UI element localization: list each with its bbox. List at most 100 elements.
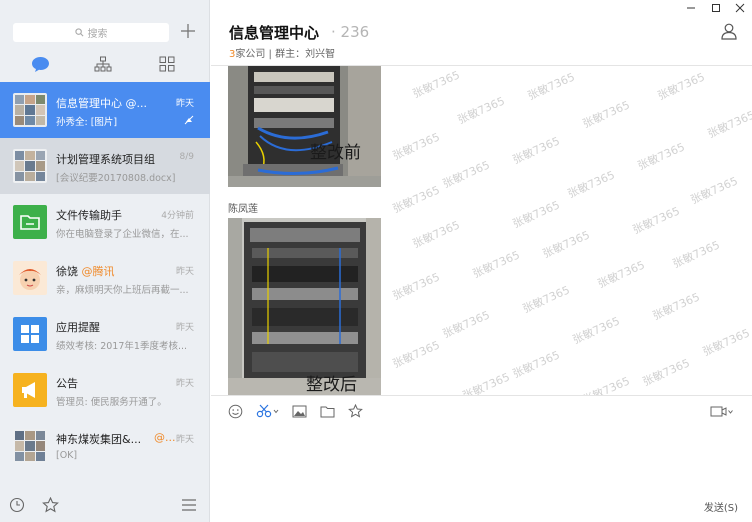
screenshot-button[interactable] <box>255 403 281 419</box>
message-input[interactable] <box>211 426 752 492</box>
message-area: 张敏7365 张敏7365 张敏7365 张敏7365 张敏7365 张敏736… <box>211 66 752 395</box>
watermark: 张敏7365 <box>455 94 507 127</box>
chat-icon <box>31 56 49 72</box>
conversation-item[interactable]: 应用提醒 昨天 绩效考核: 2017年1季度考核... <box>0 306 210 362</box>
conversation-time: 昨天 <box>175 323 194 333</box>
conversation-item[interactable]: 神东煤炭集团&... @... 昨天 [OK] <box>0 418 210 474</box>
video-icon <box>710 406 733 416</box>
conversation-title: 文件传输助手 <box>56 209 122 222</box>
tab-contacts[interactable] <box>92 54 114 74</box>
sender-name: 陈凤莲 <box>228 204 258 215</box>
company-owner-label: 家公司 | 群主：刘兴智 <box>235 49 336 60</box>
chat-title[interactable]: 信息管理中心 <box>229 22 319 43</box>
watermark: 张敏7365 <box>440 308 492 341</box>
watermark: 张敏7365 <box>410 218 462 251</box>
watermark: 张敏7365 <box>390 183 442 216</box>
tab-chats[interactable] <box>29 54 51 74</box>
conversation-preview: 绩效考核: 2017年1季度考核... <box>56 341 188 352</box>
sidebar: 搜索 信息管理中心 @... 昨天 孙秀全: [图片] 计划管理系统项目组 8/… <box>0 0 210 522</box>
watermark: 张敏7365 <box>580 374 632 395</box>
video-call-button[interactable] <box>709 403 735 419</box>
watermark: 张敏7365 <box>565 168 617 201</box>
watermark: 张敏7365 <box>670 238 722 271</box>
menu-icon <box>182 499 196 511</box>
person-icon[interactable] <box>720 22 738 40</box>
watermark: 张敏7365 <box>595 258 647 291</box>
smile-icon <box>228 404 242 418</box>
folder-icon <box>320 406 334 417</box>
image-button[interactable] <box>290 403 308 419</box>
group-avatar <box>13 429 47 463</box>
send-button[interactable]: 发送(S) <box>704 499 738 514</box>
watermark: 张敏7365 <box>635 140 687 173</box>
conversation-time: 昨天 <box>175 435 194 445</box>
watermark: 张敏7365 <box>700 326 752 359</box>
star-icon <box>41 497 59 513</box>
watermark: 张敏7365 <box>640 356 692 389</box>
watermark: 张敏7365 <box>390 130 442 163</box>
conversation-preview: [OK] <box>56 450 78 461</box>
watermark: 张敏7365 <box>525 70 577 103</box>
chat-panel: 信息管理中心 · 236 3家公司 | 群主：刘兴智 张敏7365 张敏7365… <box>211 0 752 522</box>
folder-icon <box>13 205 47 239</box>
grid-icon <box>13 317 47 351</box>
star-icon <box>347 403 363 418</box>
conversation-time: 昨天 <box>175 99 194 109</box>
conversation-preview: 管理员: 便民服务开通了。 <box>56 397 167 408</box>
conversation-title: 公告 <box>56 377 78 390</box>
watermark: 张敏7365 <box>510 134 562 167</box>
image-message[interactable]: 整改前 <box>228 66 381 187</box>
favorites-button[interactable] <box>41 496 59 514</box>
conversation-preview: 孙秀全: [图片] <box>56 117 118 128</box>
image-caption: 整改后 <box>306 375 357 395</box>
apps-icon <box>159 56 175 72</box>
minimize-icon <box>687 7 695 9</box>
conversation-title: 徐饶 <box>56 265 78 278</box>
watermark: 张敏7365 <box>688 174 740 207</box>
image-caption: 整改前 <box>310 143 361 163</box>
conversation-item[interactable]: 计划管理系统项目组 8/9 [会议纪要20170808.docx] <box>0 138 210 194</box>
wecom-window: 搜索 信息管理中心 @... 昨天 孙秀全: [图片] 计划管理系统项目组 8/… <box>0 0 752 522</box>
watermark: 张敏7365 <box>510 348 562 381</box>
conversation-title: 神东煤炭集团&... <box>56 433 142 446</box>
conversation-preview: [会议纪要20170808.docx] <box>56 173 176 184</box>
maximize-button[interactable] <box>709 2 723 14</box>
search-input[interactable]: 搜索 <box>13 23 169 42</box>
watermark: 张敏7365 <box>460 370 512 395</box>
sidebar-tabs <box>0 54 210 76</box>
org-icon <box>94 56 112 72</box>
watermark: 张敏7365 <box>410 68 462 101</box>
image-message[interactable]: 整改后 <box>228 218 381 395</box>
group-avatar <box>13 93 47 127</box>
watermark: 张敏7365 <box>705 108 752 141</box>
megaphone-icon <box>13 373 47 407</box>
watermark: 张敏7365 <box>470 248 522 281</box>
close-button[interactable] <box>733 2 747 14</box>
company-tag: @腾讯 <box>81 265 115 278</box>
mention-tag: @... <box>122 97 147 110</box>
watermark: 张敏7365 <box>540 228 592 261</box>
add-icon[interactable] <box>180 23 196 39</box>
user-avatar <box>13 261 47 295</box>
member-count: · 236 <box>331 23 370 41</box>
conversation-item[interactable]: 徐饶 @腾讯 昨天 亲，麻烦明天你上班后再截一... <box>0 250 210 306</box>
emoji-button[interactable] <box>226 403 244 419</box>
conversation-item[interactable]: 文件传输助手 4分钟前 你在电脑登录了企业微信，在... <box>0 194 210 250</box>
menu-button[interactable] <box>180 496 198 514</box>
file-button[interactable] <box>318 403 336 419</box>
composer-toolbar <box>211 395 752 425</box>
group-avatar <box>13 149 47 183</box>
conversation-preview: 亲，麻烦明天你上班后再截一... <box>56 285 189 296</box>
conversation-title: 信息管理中心 <box>56 97 122 110</box>
recent-button[interactable] <box>8 496 26 514</box>
minimize-button[interactable] <box>684 2 698 14</box>
conversation-item[interactable]: 信息管理中心 @... 昨天 孙秀全: [图片] <box>0 82 210 138</box>
watermark: 张敏7365 <box>580 98 632 131</box>
watermark: 张敏7365 <box>520 283 572 316</box>
conversation-item[interactable]: 公告 昨天 管理员: 便民服务开通了。 <box>0 362 210 418</box>
watermark: 张敏7365 <box>650 290 702 323</box>
maximize-icon <box>712 4 720 12</box>
company-tag: @... <box>154 431 176 444</box>
favorite-button[interactable] <box>346 403 364 419</box>
tab-workspace[interactable] <box>156 54 178 74</box>
